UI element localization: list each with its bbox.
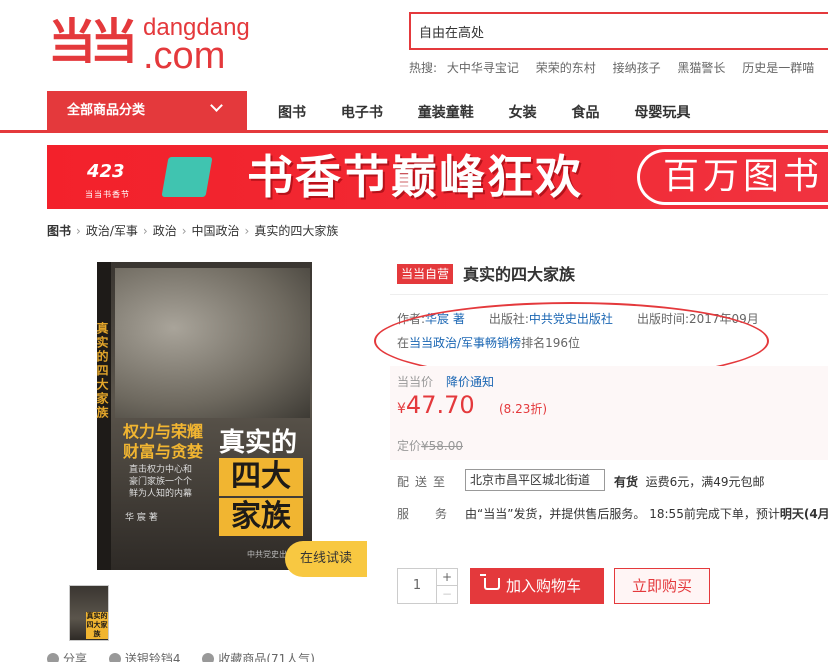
- nav-item-baby-toys[interactable]: 母婴玩具: [634, 105, 690, 121]
- share-icon: [47, 653, 59, 662]
- all-categories-button[interactable]: 全部商品分类: [47, 91, 247, 131]
- price-value: 47.70: [405, 391, 475, 419]
- search-box[interactable]: [409, 12, 828, 50]
- breadcrumb-sep: ›: [244, 224, 250, 238]
- hot-item[interactable]: 大中华寻宝记: [447, 61, 519, 75]
- cover-photo: [115, 268, 310, 418]
- banner-badge: 423 当当书香节: [79, 151, 169, 205]
- hot-item[interactable]: 接纳孩子: [613, 61, 661, 75]
- banner-badge-sub: 当当书香节: [85, 190, 130, 199]
- favorite-label: 收藏商品(71人气): [218, 652, 315, 662]
- self-operated-badge: 当当自营: [397, 264, 454, 284]
- hot-item[interactable]: 历史是一群喵: [742, 61, 814, 75]
- quantity-decrease-button[interactable]: −: [436, 585, 458, 604]
- add-to-cart-label: 加入购物车: [506, 577, 582, 595]
- stock-info: 有货 运费6元，满49元包邮: [614, 473, 765, 490]
- chevron-down-icon: [210, 99, 223, 112]
- cover-title-1: 真实的: [219, 428, 298, 458]
- service-text: 由“当当”发货，并提供售后服务。 18:55前完成下单，预计: [465, 507, 780, 521]
- banner-badge-number: 423: [87, 161, 125, 182]
- all-categories-label: 全部商品分类: [67, 103, 146, 118]
- currency-symbol: ¥: [397, 401, 406, 417]
- cover-author: 华 宸 著: [125, 513, 158, 523]
- original-price-label: 定价: [397, 439, 422, 453]
- breadcrumb-item[interactable]: 政治/军事: [86, 224, 138, 238]
- banner-title: 书香节巅峰狂欢: [247, 150, 583, 204]
- breadcrumb-sep: ›: [142, 224, 148, 238]
- discount-rate: (8.23折): [499, 402, 548, 416]
- cover-thumbnail[interactable]: 真实的四大家族: [69, 585, 109, 641]
- nav-item-kids-clothing[interactable]: 童装童鞋: [418, 105, 474, 121]
- logo-mark: 当当: [48, 14, 138, 70]
- delivery-address-select[interactable]: 北京市昌平区城北街道: [465, 469, 605, 491]
- bell-label: 送银铃铛4: [124, 652, 181, 662]
- dangdang-logo[interactable]: 当当 dangdang .com: [48, 12, 250, 77]
- service-label: 服务: [397, 507, 474, 521]
- breadcrumb-root[interactable]: 图书: [47, 224, 71, 238]
- product-cover-image[interactable]: 真实的四大家族 权力与荣耀 财富与贪婪 直击权力中心和 豪门家族一个个 鲜为人知…: [95, 262, 312, 570]
- title-divider: [390, 294, 828, 295]
- cover-spine-text: 真实的四大家族: [95, 322, 109, 420]
- bell-button[interactable]: 送银铃铛4: [108, 652, 181, 662]
- delivery-label: 配送至: [397, 475, 452, 489]
- original-price: 定价¥58.00: [397, 437, 463, 454]
- share-bar: 分享 送银铃铛4 收藏商品(71人气): [47, 650, 333, 662]
- favorite-button[interactable]: 收藏商品(71人气): [202, 652, 315, 662]
- nav-item-food[interactable]: 食品: [572, 105, 600, 121]
- book-icon: [161, 157, 213, 197]
- try-read-button[interactable]: 在线试读: [285, 541, 367, 577]
- breadcrumb-item[interactable]: 政治: [153, 224, 177, 238]
- cover-title-2: 四大: [219, 458, 303, 496]
- share-label: 分享: [63, 652, 88, 662]
- original-price-value: ¥58.00: [421, 439, 464, 453]
- cover-desc-3: 鲜为人知的内幕: [129, 489, 193, 499]
- cover-title-3: 家族: [219, 498, 303, 536]
- search-input[interactable]: [411, 14, 828, 48]
- share-button[interactable]: 分享: [47, 652, 87, 662]
- thumbnail-title: 真实的四大家族: [86, 612, 108, 639]
- product-title: 真实的四大家族: [463, 265, 576, 284]
- breadcrumb-current: 真实的四大家族: [254, 224, 339, 238]
- stock-status: 有货: [614, 475, 639, 489]
- nav-item-ebooks[interactable]: 电子书: [341, 105, 383, 121]
- current-price: ¥47.70: [397, 391, 475, 419]
- nav-item-books[interactable]: 图书: [278, 105, 306, 121]
- star-icon: [202, 653, 215, 662]
- quantity-input[interactable]: 1: [397, 568, 437, 604]
- cart-icon: [480, 574, 500, 590]
- breadcrumb-sep: ›: [76, 224, 81, 238]
- breadcrumb-sep: ›: [181, 224, 187, 238]
- shipping-fee: 运费6元，满49元包邮: [645, 475, 765, 489]
- breadcrumb: 图书 › 政治/军事 › 政治 › 中国政治 › 真实的四大家族: [47, 222, 338, 239]
- banner-pill-text: 百万图书: [663, 156, 824, 197]
- nav-item-womens[interactable]: 女装: [509, 105, 537, 121]
- hot-searches: 热搜: 大中华寻宝记 荣荣的东村 接纳孩子 黑猫警长 历史是一群喵 5.: [409, 59, 828, 76]
- price-label: 当当价: [397, 375, 434, 389]
- hot-item[interactable]: 黑猫警长: [677, 61, 725, 75]
- hot-label: 热搜:: [409, 61, 438, 75]
- bell-icon: [108, 653, 121, 662]
- quantity-increase-button[interactable]: +: [436, 568, 458, 586]
- service-eta: 明天(4月: [779, 507, 828, 521]
- hot-item[interactable]: 荣荣的东村: [536, 61, 596, 75]
- promo-banner[interactable]: 423 当当书香节 书香节巅峰狂欢 百万图书: [47, 145, 828, 209]
- service-info: 由“当当”发货，并提供售后服务。 18:55前完成下单，预计明天(4月: [465, 505, 828, 522]
- main-nav: 图书 电子书 童装童鞋 女装 食品 母婴玩具: [278, 102, 720, 122]
- logo-word-com: .com: [143, 35, 226, 77]
- price-drop-notify-link[interactable]: 降价通知: [446, 373, 494, 390]
- breadcrumb-item[interactable]: 中国政治: [192, 224, 240, 238]
- add-to-cart-button[interactable]: 加入购物车: [470, 568, 604, 604]
- buy-now-button[interactable]: 立即购买: [614, 568, 710, 604]
- cover-tagline-2: 财富与贪婪: [123, 442, 204, 461]
